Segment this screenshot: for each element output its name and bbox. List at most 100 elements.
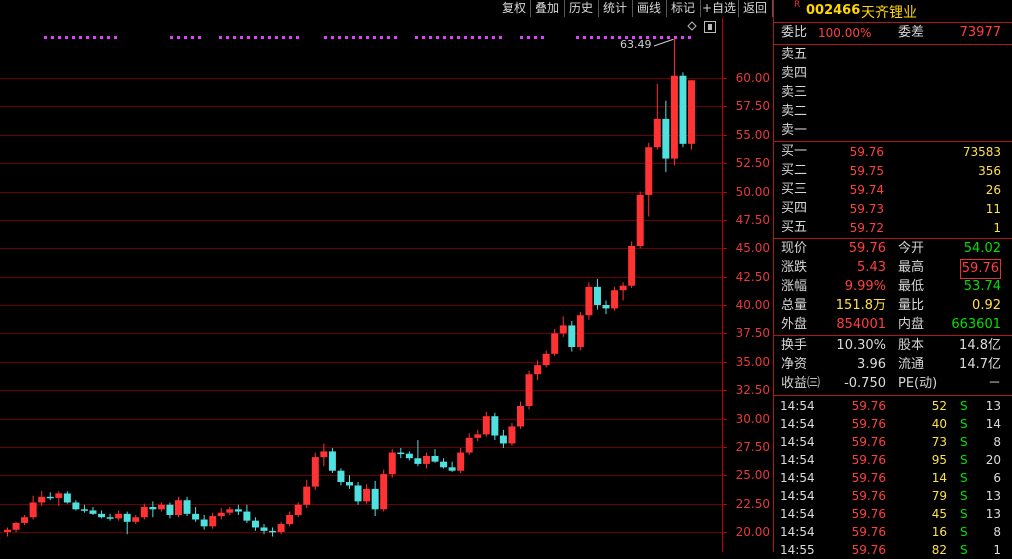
- label-inner: 内盘: [898, 317, 925, 332]
- ask-level[interactable]: 卖二: [774, 103, 1012, 121]
- bid-level[interactable]: 买五 59.72 1: [774, 219, 1012, 237]
- bid-level[interactable]: 买四 59.73 11: [774, 200, 1012, 218]
- high-price-marker: 63.49: [620, 38, 652, 51]
- level-volume: 73583: [962, 145, 1001, 159]
- value-low: 53.74: [963, 279, 1001, 294]
- value-change: 5.43: [857, 260, 886, 275]
- trade-vol: 16: [931, 525, 947, 539]
- trade-row: 14:54 59.76 40 S 14: [774, 415, 1012, 433]
- value-volume-ratio: 0.92: [972, 298, 1001, 313]
- trade-vol: 40: [931, 417, 947, 431]
- quote-row: 外盘 854001 内盘 663601: [774, 316, 1012, 334]
- toolbar-button[interactable]: 历史: [564, 0, 599, 17]
- trade-n: 1: [993, 543, 1001, 557]
- bid-level[interactable]: 买三 59.74 26: [774, 181, 1012, 199]
- trade-price: 59.76: [851, 525, 886, 539]
- label-net-assets: 净资: [781, 357, 808, 372]
- y-tick-label: 50.00: [735, 184, 770, 199]
- ask-level[interactable]: 卖一: [774, 122, 1012, 140]
- level-label: 卖四: [781, 66, 808, 81]
- label-change-pct: 涨幅: [781, 279, 808, 294]
- trade-row: 14:54 59.76 16 S 8: [774, 523, 1012, 541]
- quote-row: 净资 3.96 流通 14.7亿: [774, 356, 1012, 374]
- trade-n: 13: [985, 489, 1001, 503]
- trade-time: 14:54: [780, 507, 815, 521]
- label-current-price: 现价: [781, 241, 808, 256]
- bid-level[interactable]: 买二 59.75 356: [774, 162, 1012, 180]
- stock-header: R 002466 天齐锂业: [774, 0, 1012, 23]
- label-turnover: 换手: [781, 338, 808, 353]
- label-low: 最低: [898, 279, 925, 294]
- value-inner: 663601: [951, 317, 1001, 332]
- bid-level[interactable]: 买一 59.76 73583: [774, 143, 1012, 161]
- value-high: 59.76: [959, 259, 1001, 279]
- value-eps: -0.750: [844, 376, 886, 391]
- trade-side: S: [960, 507, 968, 521]
- trade-side: S: [960, 489, 968, 503]
- trade-vol: 14: [931, 471, 947, 485]
- value-outer: 854001: [836, 317, 886, 332]
- divider: [774, 44, 1012, 45]
- trade-n: 20: [985, 453, 1001, 467]
- trade-time: 14:54: [780, 399, 815, 413]
- y-tick-label: 55.00: [735, 127, 770, 142]
- label-eps: 收益㈢: [781, 376, 821, 391]
- label-total-shares: 股本: [898, 338, 925, 353]
- wc-value: 73977: [959, 25, 1001, 40]
- trade-time: 14:54: [780, 435, 815, 449]
- toolbar-button[interactable]: 叠加: [530, 0, 565, 17]
- value-pe: －: [987, 376, 1001, 391]
- label-change: 涨跌: [781, 260, 808, 275]
- y-axis-labels: 60.00 57.50 55.00 52.50 50.00 47.50 45.00 42.50…: [0, 18, 772, 552]
- quote-row: 换手 10.30% 股本 14.8亿: [774, 337, 1012, 355]
- y-tick-label: 22.50: [735, 496, 770, 511]
- trade-vol: 45: [931, 507, 947, 521]
- stock-code: 002466: [806, 3, 861, 18]
- wb-label: 委比: [781, 25, 808, 40]
- ask-level[interactable]: 卖五: [774, 46, 1012, 64]
- y-tick-label: 45.00: [735, 241, 770, 256]
- trade-price: 59.76: [851, 489, 886, 503]
- label-pe: PE(动): [898, 376, 938, 391]
- toolbar-button[interactable]: 返回: [738, 0, 773, 17]
- value-turnover: 10.30%: [836, 338, 886, 353]
- level-volume: 356: [978, 164, 1001, 178]
- trade-vol: 52: [931, 399, 947, 413]
- trade-row: 14:54 59.76 73 S 8: [774, 433, 1012, 451]
- divider: [774, 335, 1012, 336]
- ask-level[interactable]: 卖三: [774, 84, 1012, 102]
- trade-time: 14:54: [780, 471, 815, 485]
- toolbar-button[interactable]: 标记: [666, 0, 701, 17]
- value-total-shares: 14.8亿: [959, 338, 1001, 353]
- toolbar-button[interactable]: 画线: [632, 0, 667, 17]
- trade-row: 14:54 59.76 45 S 13: [774, 505, 1012, 523]
- trade-n: 13: [985, 507, 1001, 521]
- toolbar-button[interactable]: 复权: [498, 0, 531, 17]
- trade-time: 14:54: [780, 453, 815, 467]
- quote-row: 涨幅 9.99% 最低 53.74: [774, 278, 1012, 296]
- kline-chart[interactable]: 60.00 57.50 55.00 52.50 50.00 47.50 45.00 42.50…: [0, 18, 772, 552]
- label-volume-ratio: 量比: [898, 298, 925, 313]
- trade-side: S: [960, 417, 968, 431]
- y-tick-label: 40.00: [735, 298, 770, 312]
- trade-n: 8: [993, 435, 1001, 449]
- trade-side: S: [960, 525, 968, 539]
- value-current-price: 59.76: [848, 241, 886, 256]
- level-label: 卖五: [781, 47, 808, 62]
- ask-level[interactable]: 卖四: [774, 65, 1012, 83]
- value-float: 14.7亿: [959, 357, 1001, 372]
- level-volume: 26: [985, 183, 1001, 197]
- level-label: 买一: [781, 144, 808, 159]
- trade-n: 13: [985, 399, 1001, 413]
- trade-side: S: [960, 399, 968, 413]
- trade-price: 59.76: [851, 471, 886, 485]
- label-float: 流通: [898, 357, 925, 372]
- trade-price: 59.76: [851, 435, 886, 449]
- trade-vol: 95: [931, 453, 947, 467]
- trade-side: S: [960, 471, 968, 485]
- toolbar-button[interactable]: +自选: [700, 0, 739, 17]
- quote-row: 涨跌 5.43 最高 59.76: [774, 259, 1012, 279]
- level-label: 买三: [781, 182, 808, 197]
- wb-value: 100.00%: [818, 26, 872, 40]
- toolbar-button[interactable]: 统计: [598, 0, 633, 17]
